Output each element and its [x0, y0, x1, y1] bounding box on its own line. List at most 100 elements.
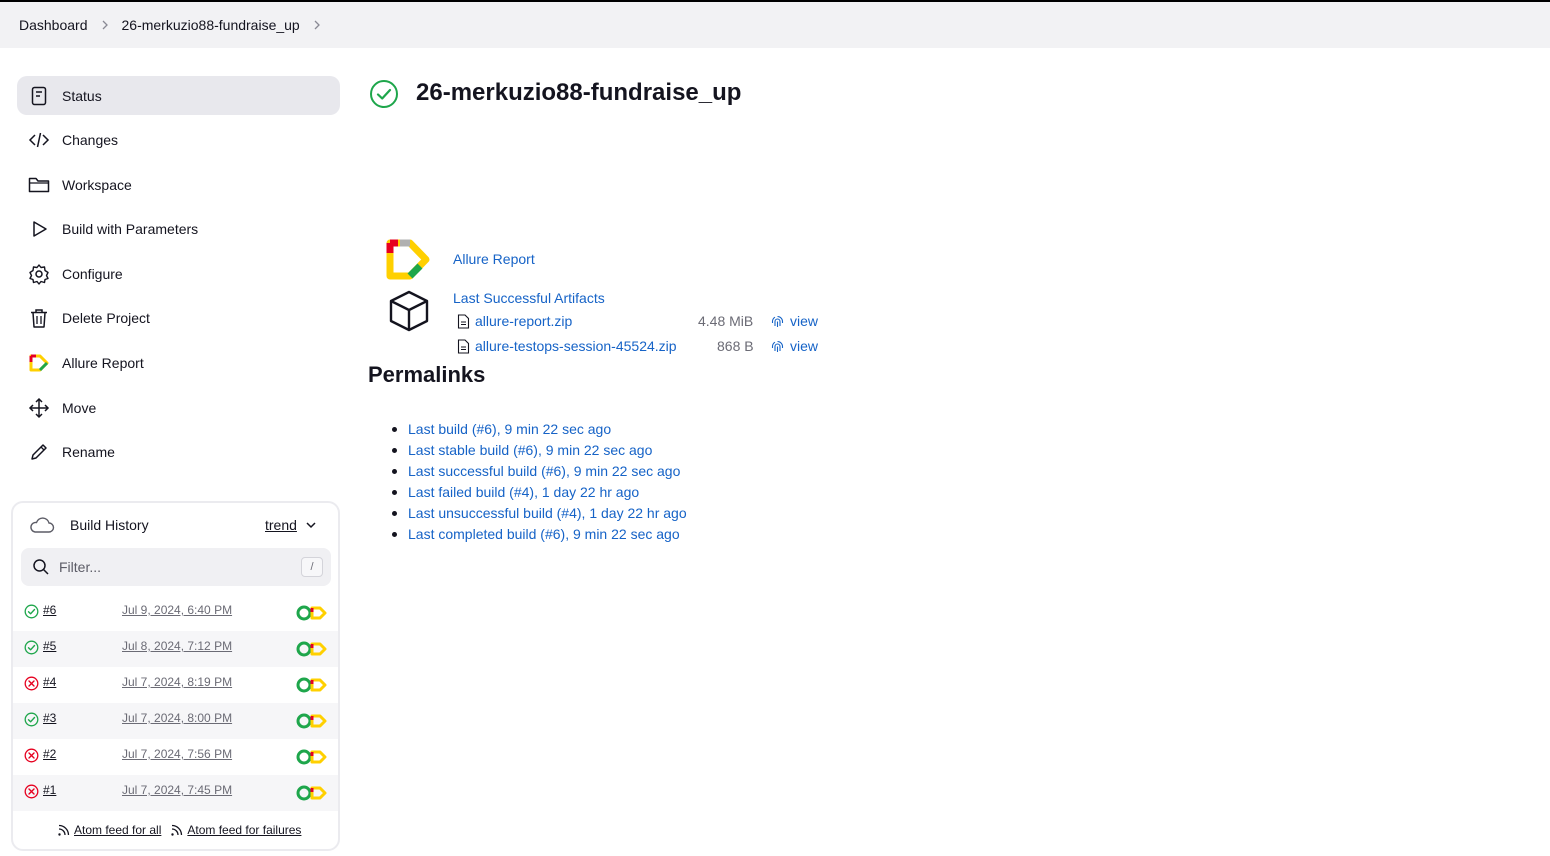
sidebar-item-allure-report[interactable]: Allure Report [17, 344, 340, 383]
breadcrumb: Dashboard 26-merkuzio88-fundraise_up [0, 0, 1550, 48]
permalink-last-successful-build[interactable]: Last successful build (#6), 9 min 22 sec… [408, 463, 680, 479]
fingerprint-icon [771, 315, 784, 327]
build-badges-icon[interactable] [296, 749, 328, 765]
list-item: Last unsuccessful build (#4), 1 day 22 h… [392, 502, 687, 523]
success-status-icon [370, 80, 398, 108]
sidebar-item-configure[interactable]: Configure [17, 254, 340, 293]
build-date-link[interactable]: Jul 8, 2024, 7:12 PM [122, 639, 232, 653]
sidebar-item-rename[interactable]: Rename [17, 433, 340, 472]
table-row: #6 Jul 9, 2024, 6:40 PM [13, 595, 338, 631]
package-icon [389, 290, 429, 332]
sidebar-item-label: Build with Parameters [62, 221, 199, 238]
allure-report-link[interactable]: Allure Report [453, 251, 535, 267]
atom-feed-failures-link[interactable]: Atom feed for failures [187, 823, 301, 837]
permalink-last-failed-build[interactable]: Last failed build (#4), 1 day 22 hr ago [408, 484, 639, 500]
sidebar-item-workspace[interactable]: Workspace [17, 165, 340, 204]
permalink-last-completed-build[interactable]: Last completed build (#6), 9 min 22 sec … [408, 526, 680, 542]
sidebar-item-label: Allure Report [62, 355, 144, 372]
build-badges-icon[interactable] [296, 641, 328, 657]
permalink-last-stable-build[interactable]: Last stable build (#6), 9 min 22 sec ago [408, 442, 652, 458]
build-badges-icon[interactable] [296, 677, 328, 693]
artifact-row: allure-report.zip 4.48 MiB view [457, 311, 827, 331]
chevron-right-icon[interactable] [312, 20, 322, 30]
last-successful-artifacts-link[interactable]: Last Successful Artifacts [453, 290, 605, 306]
build-number-link[interactable]: #3 [43, 711, 56, 725]
sidebar-item-label: Move [62, 399, 97, 416]
build-number-link[interactable]: #6 [43, 603, 56, 617]
artifact-view-link[interactable]: view [771, 338, 818, 354]
build-date-link[interactable]: Jul 7, 2024, 8:19 PM [122, 675, 232, 689]
build-date-link[interactable]: Jul 7, 2024, 7:45 PM [122, 783, 232, 797]
list-item: Last stable build (#6), 9 min 22 sec ago [392, 439, 687, 460]
sidebar-item-label: Configure [62, 265, 123, 282]
build-date-link[interactable]: Jul 9, 2024, 6:40 PM [122, 603, 232, 617]
play-icon [28, 218, 50, 240]
file-icon [457, 338, 470, 354]
sidebar-item-move[interactable]: Move [17, 388, 340, 427]
permalinks-list: Last build (#6), 9 min 22 sec ago Last s… [392, 418, 687, 544]
build-history-panel: Build History trend / #6 Jul 9, 2024, 6:4… [11, 501, 340, 851]
rss-icon [58, 824, 70, 836]
allure-logo-icon [386, 239, 430, 280]
build-date-link[interactable]: Jul 7, 2024, 8:00 PM [122, 711, 232, 725]
pencil-icon [28, 441, 50, 463]
build-number-link[interactable]: #4 [43, 675, 56, 689]
list-item: Last successful build (#6), 9 min 22 sec… [392, 460, 687, 481]
artifact-size: 868 B [717, 338, 754, 354]
build-filter-field[interactable]: / [21, 548, 331, 586]
list-item: Last build (#6), 9 min 22 sec ago [392, 418, 687, 439]
sidebar-item-changes[interactable]: Changes [17, 121, 340, 160]
build-number-link[interactable]: #1 [43, 783, 56, 797]
keyboard-shortcut-hint: / [301, 557, 323, 577]
build-number-link[interactable]: #2 [43, 747, 56, 761]
permalink-last-build[interactable]: Last build (#6), 9 min 22 sec ago [408, 421, 611, 437]
sidebar-item-label: Delete Project [62, 310, 150, 327]
table-row: #1 Jul 7, 2024, 7:45 PM [13, 775, 338, 811]
trend-link[interactable]: trend [265, 517, 317, 533]
table-row: #3 Jul 7, 2024, 8:00 PM [13, 703, 338, 739]
failed-icon [24, 748, 39, 763]
permalinks-heading: Permalinks [368, 362, 486, 387]
sidebar-item-label: Status [62, 87, 102, 104]
build-date-link[interactable]: Jul 7, 2024, 7:56 PM [122, 747, 232, 761]
search-icon [33, 559, 49, 575]
permalink-last-unsuccessful-build[interactable]: Last unsuccessful build (#4), 1 day 22 h… [408, 505, 687, 521]
atom-feed-all-link[interactable]: Atom feed for all [74, 823, 161, 837]
sidebar-tasks: Status Changes Workspace Build with Para… [17, 76, 340, 477]
breadcrumb-project[interactable]: 26-merkuzio88-fundraise_up [122, 17, 300, 33]
code-icon [28, 129, 50, 151]
table-row: #4 Jul 7, 2024, 8:19 PM [13, 667, 338, 703]
breadcrumb-dashboard[interactable]: Dashboard [19, 17, 88, 33]
rss-icon [171, 824, 183, 836]
build-badges-icon[interactable] [296, 785, 328, 801]
atom-feeds: Atom feed for all Atom feed for failures [57, 823, 310, 837]
sidebar-item-label: Workspace [62, 176, 132, 193]
success-icon [24, 640, 39, 655]
page-title: 26-merkuzio88-fundraise_up [416, 79, 742, 106]
artifact-view-link[interactable]: view [771, 313, 818, 329]
sidebar-item-delete-project[interactable]: Delete Project [17, 299, 340, 338]
success-icon [24, 604, 39, 619]
artifact-file-link[interactable]: allure-report.zip [475, 313, 572, 329]
success-icon [24, 712, 39, 727]
sidebar-item-label: Rename [62, 444, 115, 461]
artifact-row: allure-testops-session-45524.zip 868 B v… [457, 336, 827, 356]
build-badges-icon[interactable] [296, 605, 328, 621]
trend-label: trend [265, 517, 297, 533]
chevron-down-icon [306, 522, 316, 529]
build-badges-icon[interactable] [296, 713, 328, 729]
file-icon [457, 313, 470, 329]
build-number-link[interactable]: #5 [43, 639, 56, 653]
status-icon [28, 85, 50, 107]
artifact-file-link[interactable]: allure-testops-session-45524.zip [475, 338, 677, 354]
sidebar-item-build-with-parameters[interactable]: Build with Parameters [17, 210, 340, 249]
sidebar-item-status[interactable]: Status [17, 76, 340, 115]
build-filter-input[interactable] [59, 559, 289, 575]
folder-icon [28, 174, 50, 196]
view-label: view [790, 313, 819, 329]
trash-icon [28, 307, 50, 329]
table-row: #5 Jul 8, 2024, 7:12 PM [13, 631, 338, 667]
build-history-title: Build History [70, 517, 149, 533]
allure-icon [28, 352, 50, 374]
table-row: #2 Jul 7, 2024, 7:56 PM [13, 739, 338, 775]
